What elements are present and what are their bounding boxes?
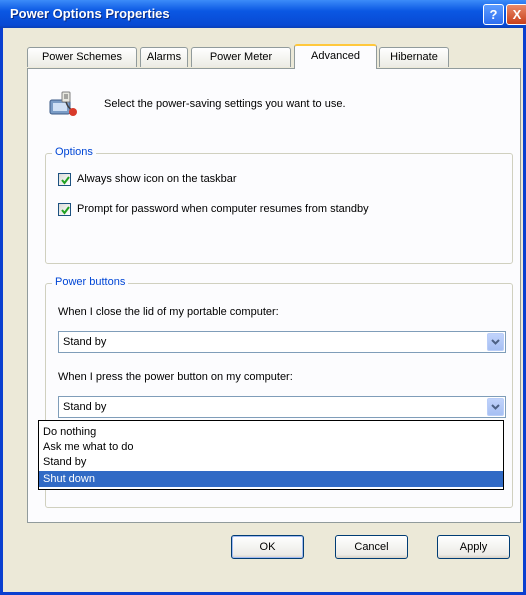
- power-button-action-value: Stand by: [63, 401, 107, 413]
- tab-advanced[interactable]: Advanced: [294, 44, 377, 69]
- power-button-dropdown-list: Do nothing Ask me what to do Stand by Sh…: [38, 420, 504, 490]
- cancel-button[interactable]: Cancel: [335, 535, 408, 559]
- power-buttons-legend: Power buttons: [52, 276, 129, 288]
- power-options-icon: [48, 90, 80, 120]
- prompt-password-label: Prompt for password when computer resume…: [77, 203, 369, 215]
- options-group: Options Always show icon on the taskbar …: [45, 146, 513, 264]
- lid-action-value: Stand by: [63, 336, 107, 348]
- title-bar[interactable]: Power Options Properties ? X: [0, 0, 526, 28]
- show-icon-checkbox[interactable]: [58, 173, 71, 186]
- header-row: Select the power-saving settings you wan…: [48, 90, 508, 120]
- checkmark-icon: [61, 206, 70, 215]
- chevron-down-icon[interactable]: [487, 333, 504, 351]
- apply-button[interactable]: Apply: [437, 535, 510, 559]
- dropdown-option-do-nothing[interactable]: Do nothing: [39, 424, 503, 440]
- window-title: Power Options Properties: [10, 6, 170, 21]
- power-button-action-label: When I press the power button on my comp…: [58, 371, 293, 383]
- prompt-password-checkbox[interactable]: [58, 203, 71, 216]
- tab-alarms[interactable]: Alarms: [140, 47, 188, 67]
- tab-power-schemes[interactable]: Power Schemes: [27, 47, 137, 67]
- checkmark-icon: [61, 176, 70, 185]
- power-options-window: Power Options Properties ? X Power Schem…: [0, 0, 526, 595]
- ok-button[interactable]: OK: [231, 535, 304, 559]
- help-button[interactable]: ?: [483, 4, 504, 25]
- dropdown-option-shut-down[interactable]: Shut down: [39, 471, 503, 487]
- options-legend: Options: [52, 146, 96, 158]
- dropdown-option-stand-by[interactable]: Stand by: [39, 454, 503, 470]
- tab-hibernate[interactable]: Hibernate: [379, 47, 449, 67]
- close-button[interactable]: X: [506, 4, 526, 25]
- lid-action-select[interactable]: Stand by: [58, 331, 506, 353]
- chevron-down-icon[interactable]: [487, 398, 504, 416]
- tab-power-meter[interactable]: Power Meter: [191, 47, 291, 67]
- header-instruction: Select the power-saving settings you wan…: [104, 98, 346, 110]
- dropdown-option-ask-me[interactable]: Ask me what to do: [39, 439, 503, 455]
- lid-action-label: When I close the lid of my portable comp…: [58, 306, 279, 318]
- power-button-action-select[interactable]: Stand by: [58, 396, 506, 418]
- show-icon-label: Always show icon on the taskbar: [77, 173, 237, 185]
